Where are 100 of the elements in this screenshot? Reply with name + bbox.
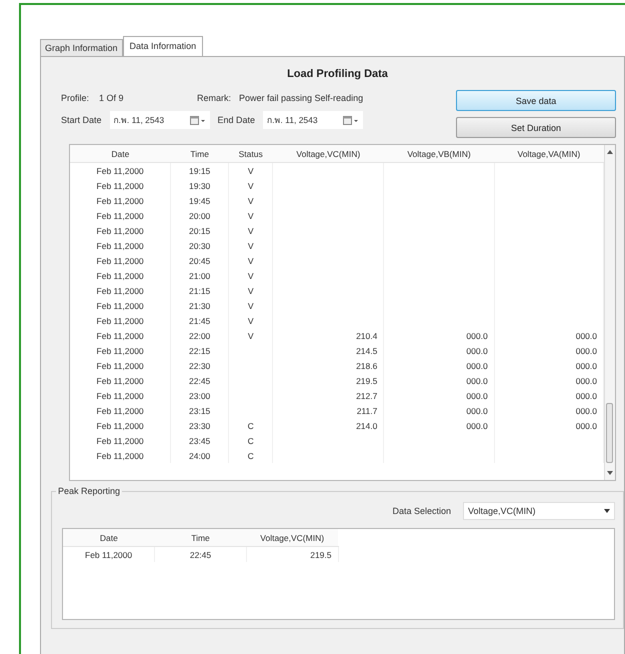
table-cell: Feb 11,2000 [96,330,144,340]
table-cell: V [248,240,254,250]
action-button[interactable]: Save data [456,90,616,111]
table-cell: V [248,300,254,310]
table-cell: 000.0 [466,330,488,340]
table-cell: 000.0 [466,376,488,386]
scroll-thumb[interactable] [606,403,613,463]
table-cell: 21:45 [189,316,210,326]
table-cell: Feb 11,2000 [96,436,144,446]
table-cell: V [248,316,254,326]
profile-value: 1 Of 9 [99,93,125,103]
table-cell: 20:30 [189,240,210,250]
panel-title: Load Profiling Data [286,68,389,80]
table-cell: V [248,196,254,206]
table-cell: 000.0 [576,360,597,370]
end-date-label: End Date [218,115,256,125]
start-date-label: Start Date [61,115,102,125]
table-cell: 218.6 [356,360,378,370]
table-cell: 219.5 [356,376,378,386]
table-cell: Feb 11,2000 [96,196,144,206]
table-cell: 20:15 [189,226,210,236]
table-cell: 22:45 [190,550,212,560]
table-cell: 24:00 [189,450,210,460]
table-cell: 22:00 [189,330,210,340]
table-cell: 21:30 [189,300,210,310]
table-cell: 214.0 [356,420,378,430]
table-cell: 000.0 [576,406,597,416]
table-cell: Feb 11,2000 [85,550,132,560]
column-header[interactable]: Voltage,VA(MIN) [494,145,604,162]
table-cell: 22:30 [189,360,210,370]
table-cell: 20:00 [189,210,210,220]
table-cell: 19:45 [189,196,210,206]
table-cell: 211.7 [356,406,378,416]
table-cell: 000.0 [576,346,597,356]
group-title: Peak Reporting [56,486,122,496]
table-cell: Feb 11,2000 [96,360,144,370]
profile-label: Profile: [61,93,90,103]
column-header[interactable]: Voltage,VB(MIN) [384,145,494,162]
table-cell: 000.0 [466,406,488,416]
column-header[interactable]: Date [70,145,171,162]
table-cell: Feb 11,2000 [96,346,144,356]
table-cell: 214.5 [356,346,378,356]
table-cell: Feb 11,2000 [96,226,144,236]
calendar-dropdown-icon[interactable] [190,116,206,124]
table-cell: V [248,330,254,340]
column-header[interactable]: Time [170,145,229,162]
table-cell: 20:45 [189,256,210,266]
action-button[interactable]: Set Duration [456,117,616,138]
column-header[interactable]: Voltage,VC(MIN) [246,529,338,546]
table-cell: 19:15 [189,166,210,176]
table-cell: 23:00 [189,390,210,400]
table-cell: Feb 11,2000 [96,180,144,190]
scroll-up-icon[interactable] [607,150,613,154]
table-cell: Feb 11,2000 [96,450,144,460]
table-cell: 000.0 [576,390,597,400]
data-selection-dropdown[interactable]: Voltage,VC(MIN) [463,502,615,520]
table-cell: V [248,256,254,266]
table-cell: Feb 11,2000 [96,420,144,430]
table-cell: V [248,226,254,236]
scrollbar[interactable] [604,145,615,480]
table-cell: 000.0 [466,390,488,400]
table-cell: 219.5 [310,550,332,560]
tab[interactable]: Graph Information [40,39,123,56]
table-cell: 000.0 [576,376,597,386]
column-header[interactable]: Time [154,529,246,546]
table-cell: 000.0 [576,420,597,430]
table-cell: 19:30 [189,180,210,190]
table-cell: V [248,210,254,220]
table-cell: 22:15 [189,346,210,356]
table-cell: 23:15 [189,406,210,416]
table-cell: 212.7 [356,390,378,400]
table-cell: Feb 11,2000 [96,376,144,386]
table-cell: Feb 11,2000 [96,240,144,250]
table-cell: 22:45 [189,376,210,386]
table-cell: Feb 11,2000 [96,210,144,220]
table-cell: C [248,450,254,460]
remark-value: Power fail passing Self-reading [239,93,364,103]
table-cell: 23:45 [189,436,210,446]
column-header[interactable]: Voltage,VC(MIN) [272,145,384,162]
table-cell: 21:00 [189,270,210,280]
data-selection-label: Data Selection [392,506,451,516]
table-cell: C [248,436,254,446]
tab[interactable]: Data Information [122,36,204,56]
scroll-down-icon[interactable] [607,471,613,475]
table-cell: Feb 11,2000 [96,300,144,310]
table-cell: Feb 11,2000 [96,286,144,296]
table-cell: C [248,420,254,430]
end-date-field[interactable]: ก.พ. 11, 2543 [263,111,364,129]
table-cell: 000.0 [466,420,488,430]
table-cell: Feb 11,2000 [96,166,144,176]
table-cell: V [248,180,254,190]
table-cell: Feb 11,2000 [96,270,144,280]
column-header[interactable]: Date [63,529,155,546]
table-cell: V [248,270,254,280]
column-header[interactable]: Status [228,145,273,162]
remark-label: Remark: [197,93,232,103]
table-cell: 23:30 [189,420,210,430]
start-date-field[interactable]: ก.พ. 11, 2543 [110,111,210,129]
table-cell: Feb 11,2000 [96,390,144,400]
calendar-dropdown-icon[interactable] [343,116,360,124]
